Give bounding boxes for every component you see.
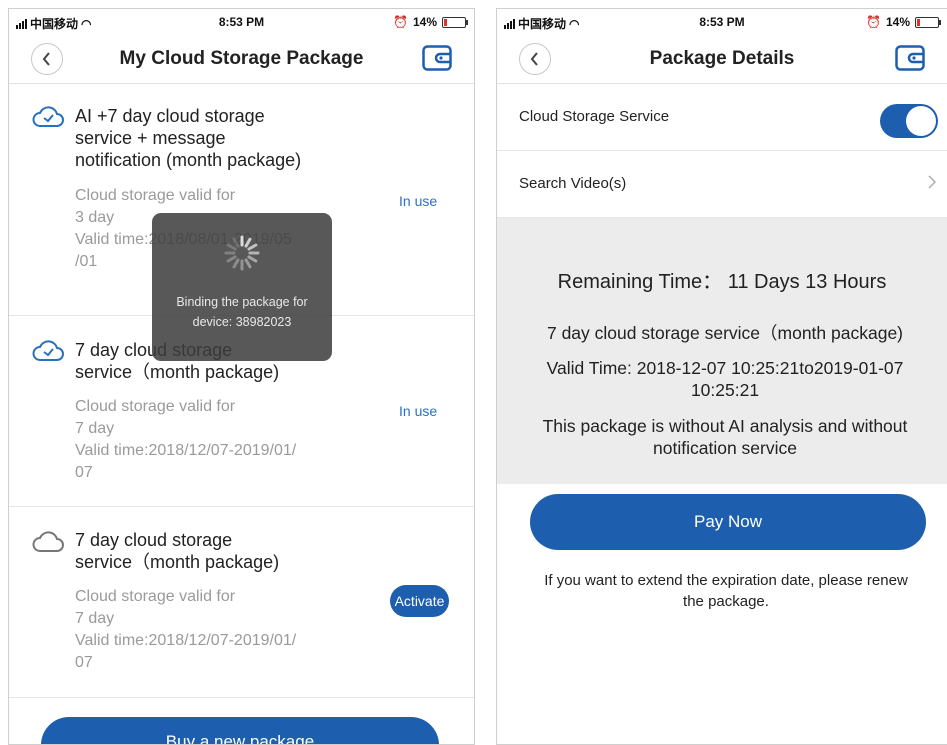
package-note-line: This package is without AI analysis and … — [542, 416, 908, 436]
chevron-right-icon — [928, 175, 937, 189]
loading-toast: Binding the package for device: 38982023 — [152, 213, 332, 361]
package-detail-line: 07 — [75, 464, 93, 481]
cloud-sync-icon — [32, 106, 64, 127]
package-detail-line: 07 — [75, 654, 93, 671]
valid-time-line: Valid Time: 2018-12-07 10:25:21to2019-01… — [546, 358, 904, 378]
package-title-line: service（month package) — [75, 362, 280, 382]
alarm-icon: ⏰ — [393, 15, 408, 29]
package-name: 7 day cloud storage service（month packag… — [546, 323, 904, 343]
renew-note: If you want to extend the expiration dat… — [511, 570, 941, 612]
status-badge: In use — [399, 403, 438, 419]
status-bar: 中国移动 ◠ 8:53 PM ⏰ 14% — [9, 9, 474, 35]
search-videos-row[interactable]: Search Video(s) — [497, 151, 947, 218]
package-note-line: notification service — [653, 438, 797, 458]
page-title: My Cloud Storage Package — [119, 48, 364, 69]
wallet-icon — [895, 45, 925, 71]
package-detail-line: Valid time:2018/12/07-2019/01/ — [75, 632, 297, 649]
buy-new-package-button[interactable]: Buy a new package — [41, 717, 439, 744]
toast-text-line: device: 38982023 — [192, 315, 292, 329]
remaining-time: Remaining Time： 11 Days 13 Hours — [557, 271, 887, 293]
package-detail-line: Valid time:2018/12/07-2019/01/ — [75, 442, 297, 459]
wallet-button[interactable] — [422, 45, 452, 76]
battery-icon — [442, 16, 468, 28]
nav-bar: My Cloud Storage Package — [9, 35, 474, 84]
battery-percent: 14% — [412, 15, 437, 29]
package-detail-line: Cloud storage valid for — [75, 187, 236, 204]
package-detail-line: Cloud storage valid for — [75, 398, 236, 415]
status-badge: In use — [399, 193, 438, 209]
cloud-outline-icon — [32, 531, 64, 552]
my-cloud-storage-screen: 中国移动 ◠ 8:53 PM ⏰ 14% My Cloud Storage Pa… — [8, 8, 475, 745]
package-details-screen: 中国移动 ◠ 8:53 PM ⏰ 14% Package Details Clo… — [496, 8, 947, 745]
cloud-storage-service-label: Cloud Storage Service — [519, 108, 670, 125]
package-title-line: AI +7 day cloud storage — [75, 106, 265, 126]
battery-percent: 14% — [885, 15, 910, 29]
package-detail-panel: Remaining Time： 11 Days 13 Hours 7 day c… — [497, 218, 947, 484]
pay-now-button[interactable]: Pay Now — [530, 494, 926, 550]
alarm-icon: ⏰ — [866, 15, 881, 29]
package-title-line: service + message — [75, 128, 226, 148]
nav-bar: Package Details — [497, 35, 947, 84]
spinner-icon — [224, 235, 260, 271]
battery-icon — [915, 16, 941, 28]
activate-button[interactable]: Activate — [390, 585, 449, 617]
package-detail-line: 7 day — [75, 610, 115, 627]
page-title: Package Details — [649, 48, 795, 69]
status-bar: 中国移动 ◠ 8:53 PM ⏰ 14% — [497, 9, 947, 35]
package-title-line: notification (month package) — [75, 150, 302, 170]
package-detail-line: 7 day — [75, 420, 115, 437]
search-videos-label: Search Video(s) — [519, 175, 627, 192]
cloud-storage-service-toggle[interactable] — [880, 104, 938, 138]
valid-time-line: 10:25:21 — [690, 380, 760, 400]
cloud-sync-icon — [32, 340, 64, 361]
toast-text-line: Binding the package for — [176, 295, 308, 309]
wallet-icon — [422, 45, 452, 71]
package-title-line: service（month package) — [75, 552, 280, 572]
package-detail-line: Cloud storage valid for — [75, 588, 236, 605]
package-title-line: 7 day cloud storage — [75, 530, 233, 550]
cloud-storage-service-row: Cloud Storage Service — [497, 84, 947, 151]
toggle-knob — [906, 106, 936, 136]
package-card[interactable]: 7 day cloud storage service（month packag… — [9, 507, 474, 698]
renew-note-line: the package. — [683, 593, 769, 610]
renew-note-line: If you want to extend the expiration dat… — [544, 572, 908, 589]
wallet-button[interactable] — [895, 45, 925, 76]
